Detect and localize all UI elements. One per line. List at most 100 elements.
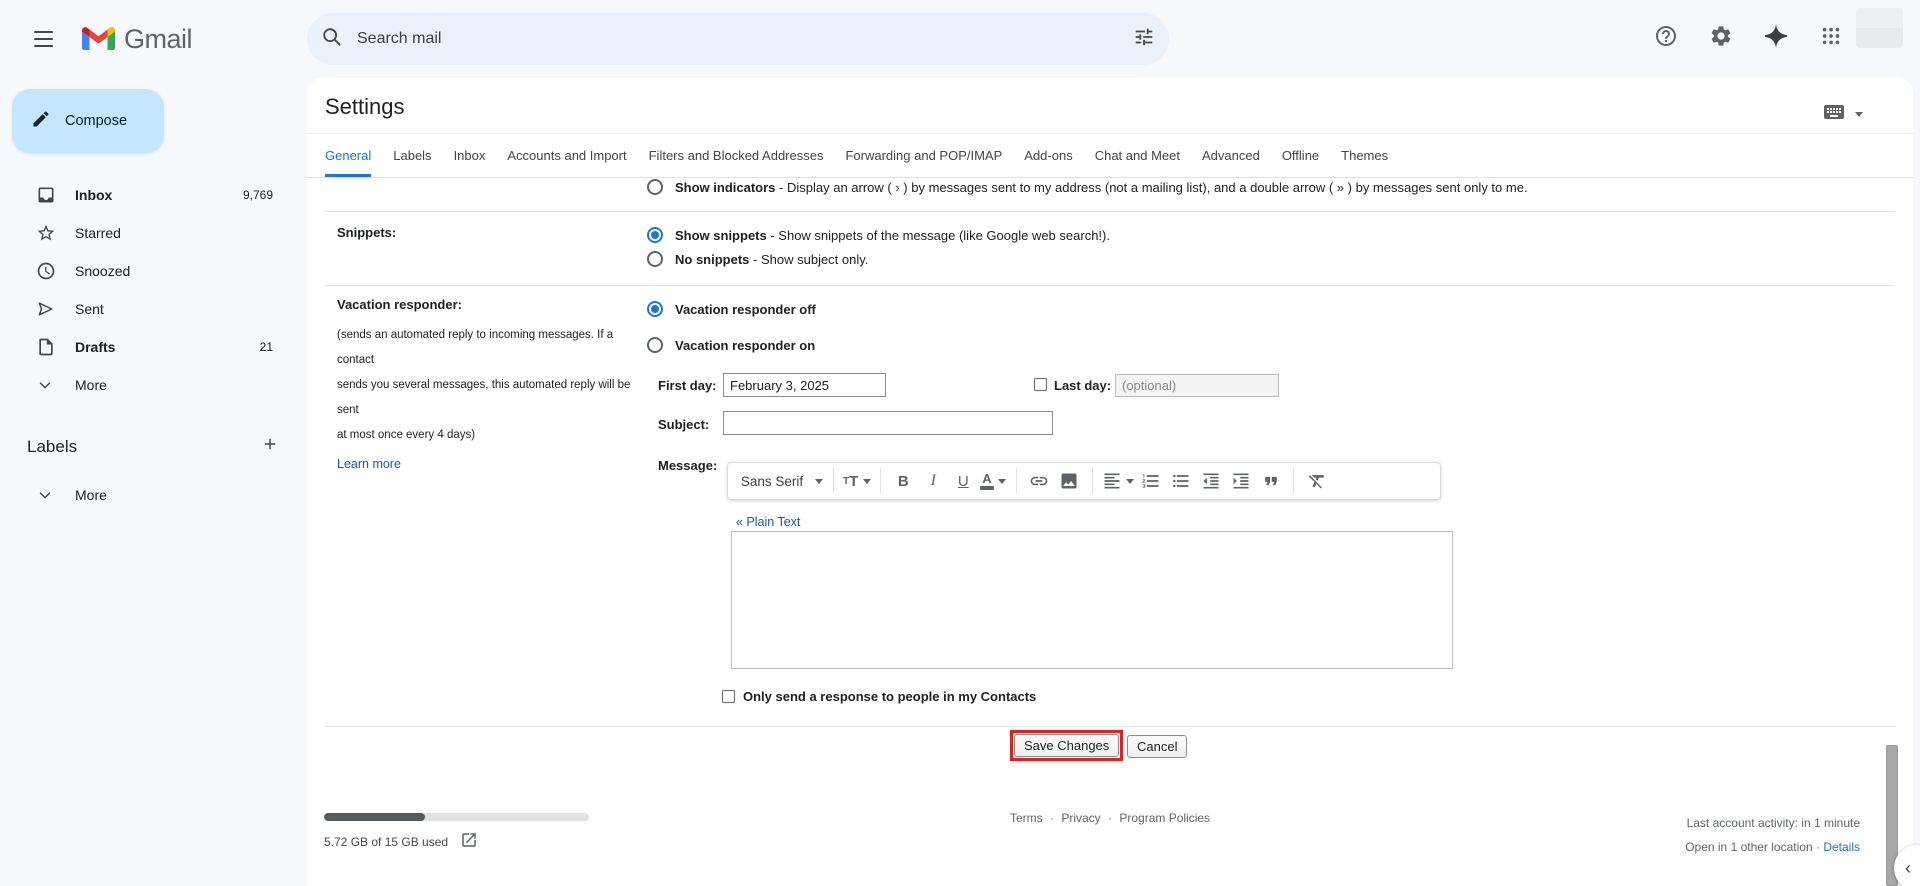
privacy-link[interactable]: Privacy bbox=[1061, 811, 1100, 825]
tab-inbox[interactable]: Inbox bbox=[454, 134, 486, 177]
chevron-down-icon bbox=[1126, 478, 1135, 484]
contacts-only-checkbox[interactable] bbox=[722, 690, 735, 703]
underline-button[interactable]: U bbox=[950, 467, 977, 495]
no-snippets-radio[interactable] bbox=[647, 251, 663, 267]
first-day-input[interactable] bbox=[723, 373, 886, 397]
tab-filters-and-blocked-addresses[interactable]: Filters and Blocked Addresses bbox=[649, 134, 824, 177]
message-format-toolbar: Sans Serif TT B I U A bbox=[727, 462, 1441, 500]
tab-advanced[interactable]: Advanced bbox=[1202, 134, 1260, 177]
vacation-responder-label: Vacation responder: bbox=[337, 297, 462, 312]
cancel-button[interactable]: Cancel bbox=[1127, 735, 1188, 758]
buttons-divider bbox=[325, 726, 1895, 727]
plain-text-link[interactable]: « Plain Text bbox=[736, 515, 800, 529]
help-icon[interactable] bbox=[1645, 15, 1687, 57]
remove-formatting-icon[interactable] bbox=[1303, 467, 1330, 495]
send-icon bbox=[36, 299, 56, 319]
contacts-only-option[interactable]: Only send a response to people in my Con… bbox=[722, 689, 1036, 704]
indent-decrease-icon[interactable] bbox=[1197, 467, 1224, 495]
apps-grid-icon[interactable] bbox=[1810, 15, 1852, 57]
sidebar-item-drafts[interactable]: Drafts 21 bbox=[0, 328, 307, 366]
vacation-responder-description: (sends an automated reply to incoming me… bbox=[337, 329, 631, 441]
sidebar-item-sent[interactable]: Sent bbox=[0, 290, 307, 328]
align-button[interactable] bbox=[1102, 467, 1135, 495]
insert-image-icon[interactable] bbox=[1056, 467, 1083, 495]
last-day-input[interactable] bbox=[1115, 374, 1279, 397]
settings-panel: Settings General Labels Inbox Accounts a… bbox=[307, 78, 1913, 886]
terms-link[interactable]: Terms bbox=[1010, 811, 1043, 825]
tab-themes[interactable]: Themes bbox=[1341, 134, 1388, 177]
keyboard-icon bbox=[1822, 100, 1846, 129]
learn-more-link[interactable]: Learn more bbox=[337, 457, 401, 471]
sidebar-item-starred[interactable]: Starred bbox=[0, 214, 307, 252]
italic-button[interactable]: I bbox=[920, 467, 947, 495]
bold-button[interactable]: B bbox=[890, 467, 917, 495]
open-location-text: Open in 1 other location bbox=[1685, 840, 1813, 854]
show-snippets-option[interactable]: Show snippets - Show snippets of the mes… bbox=[647, 227, 1110, 243]
tab-labels[interactable]: Labels bbox=[393, 134, 431, 177]
indent-increase-icon[interactable] bbox=[1227, 467, 1254, 495]
account-activity: Last account activity: in 1 minute Open … bbox=[1685, 811, 1860, 859]
vacation-on-radio[interactable] bbox=[647, 337, 663, 353]
sidebar-nav: Inbox 9,769 Starred Snoozed Sent Drafts bbox=[0, 176, 307, 404]
save-changes-button[interactable]: Save Changes bbox=[1014, 734, 1120, 757]
save-button-highlight: Save Changes bbox=[1010, 730, 1124, 761]
vacation-responder-on-option[interactable]: Vacation responder on bbox=[647, 337, 815, 353]
compose-label: Compose bbox=[65, 113, 128, 129]
tab-forwarding-and-pop-imap[interactable]: Forwarding and POP/IMAP bbox=[845, 134, 1002, 177]
font-size-button[interactable]: TT bbox=[843, 467, 871, 495]
star-icon bbox=[36, 223, 56, 243]
settings-gear-icon[interactable] bbox=[1700, 15, 1742, 57]
chevron-down-icon bbox=[815, 478, 824, 484]
main-menu-icon[interactable] bbox=[24, 21, 62, 57]
vacation-off-radio[interactable] bbox=[647, 301, 663, 317]
numbered-list-icon[interactable] bbox=[1137, 467, 1164, 495]
gmail-settings-page: Gmail Search mail Compose Inbox 9,769 St… bbox=[0, 0, 1920, 886]
show-snippets-radio[interactable] bbox=[647, 227, 663, 243]
vacation-responder-off-option[interactable]: Vacation responder off bbox=[647, 301, 816, 317]
add-label-plus-icon[interactable] bbox=[261, 435, 279, 458]
sidebar-item-inbox[interactable]: Inbox 9,769 bbox=[0, 176, 307, 214]
tab-chat-and-meet[interactable]: Chat and Meet bbox=[1095, 134, 1180, 177]
input-tools-control[interactable] bbox=[1822, 100, 1863, 129]
tab-offline[interactable]: Offline bbox=[1282, 134, 1319, 177]
gemini-sparkle-icon[interactable] bbox=[1755, 15, 1797, 57]
tab-add-ons[interactable]: Add-ons bbox=[1024, 134, 1072, 177]
row-divider bbox=[325, 285, 1895, 286]
text-color-icon: A bbox=[980, 472, 994, 490]
first-day-label: First day: bbox=[658, 378, 717, 393]
show-indicators-radio[interactable] bbox=[647, 179, 663, 195]
row-divider bbox=[325, 211, 1895, 212]
font-family-select[interactable]: Sans Serif bbox=[740, 467, 824, 495]
sidebar: Compose Inbox 9,769 Starred Snoozed Sent bbox=[0, 78, 307, 886]
sidebar-item-snoozed[interactable]: Snoozed bbox=[0, 252, 307, 290]
sidebar-item-more[interactable]: More bbox=[0, 366, 307, 404]
no-snippets-option[interactable]: No snippets - Show subject only. bbox=[647, 251, 868, 267]
labels-more-item[interactable]: More bbox=[0, 476, 307, 514]
vacation-responder-label-column: Vacation responder: (sends an automated … bbox=[337, 297, 639, 473]
bulleted-list-icon[interactable] bbox=[1167, 467, 1194, 495]
message-textarea[interactable] bbox=[731, 531, 1453, 669]
details-link[interactable]: Details bbox=[1823, 840, 1860, 854]
footer-links: Terms · Privacy · Program Policies bbox=[1009, 811, 1211, 825]
subject-input[interactable] bbox=[723, 411, 1053, 435]
tab-accounts-and-import[interactable]: Accounts and Import bbox=[507, 134, 626, 177]
gmail-logo[interactable]: Gmail bbox=[82, 24, 193, 55]
quote-icon[interactable] bbox=[1257, 467, 1284, 495]
drafts-count: 21 bbox=[259, 340, 273, 354]
search-input[interactable]: Search mail bbox=[357, 30, 1133, 48]
avatar[interactable] bbox=[1856, 8, 1903, 48]
insert-link-icon[interactable] bbox=[1026, 467, 1053, 495]
show-indicators-option[interactable]: Show indicators - Display an arrow ( › )… bbox=[647, 179, 1528, 195]
program-policies-link[interactable]: Program Policies bbox=[1119, 811, 1210, 825]
search-options-tune-icon[interactable] bbox=[1133, 26, 1155, 53]
external-link-icon[interactable] bbox=[460, 831, 478, 852]
search-bar[interactable]: Search mail bbox=[307, 13, 1169, 65]
settings-tabs: General Labels Inbox Accounts and Import… bbox=[307, 133, 1913, 178]
compose-button[interactable]: Compose bbox=[12, 89, 164, 153]
last-day-checkbox[interactable] bbox=[1034, 378, 1047, 391]
gmail-wordmark: Gmail bbox=[124, 24, 193, 54]
chevron-left-icon: ‹ bbox=[1905, 857, 1911, 878]
text-color-button[interactable]: A bbox=[980, 467, 1007, 495]
tab-general[interactable]: General bbox=[325, 134, 372, 177]
search-icon[interactable] bbox=[321, 26, 343, 53]
